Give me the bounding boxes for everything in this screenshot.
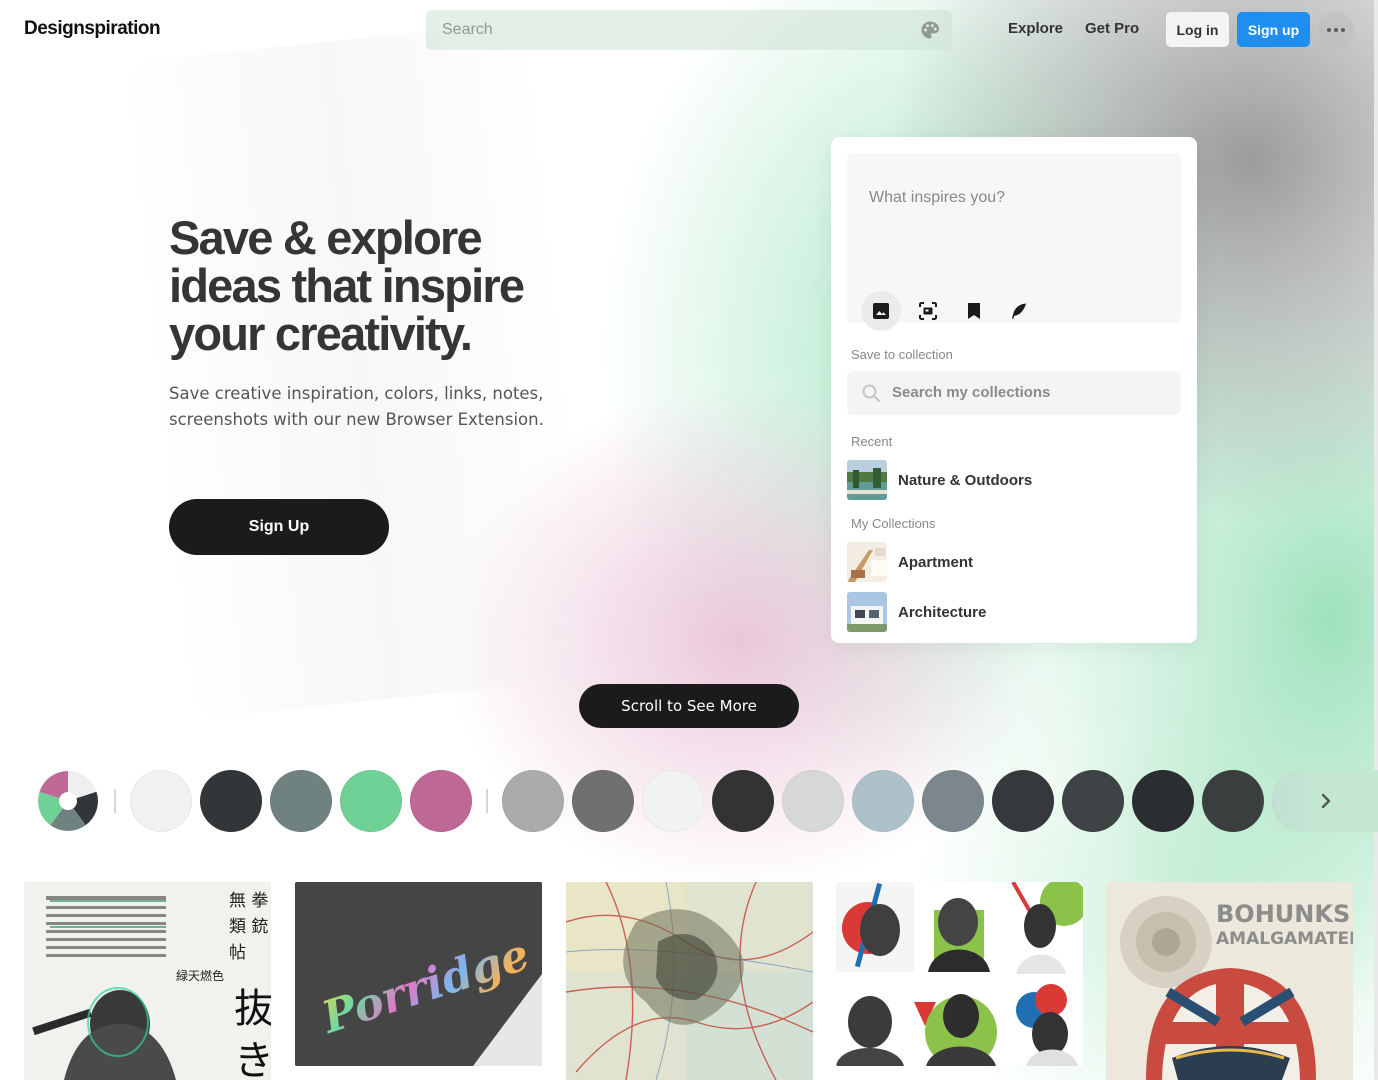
collection-search[interactable]: Search my collections xyxy=(847,371,1181,415)
next-colors-button[interactable] xyxy=(1312,787,1340,815)
search-icon xyxy=(862,384,881,403)
svg-text:類 銃: 類 銃 xyxy=(229,917,268,937)
color-swatch[interactable] xyxy=(642,770,704,832)
svg-text:抜: 抜 xyxy=(234,986,271,1032)
color-swatch[interactable] xyxy=(782,770,844,832)
collection-name: Apartment xyxy=(898,553,974,571)
tool-bookmark[interactable] xyxy=(954,291,994,331)
signup-button[interactable]: Sign up xyxy=(1237,12,1310,47)
tile-porridge-holographic-card[interactable]: Porridge xyxy=(295,882,542,1066)
tool-note[interactable] xyxy=(999,291,1039,331)
nav-explore[interactable]: Explore xyxy=(1008,20,1063,37)
composer-box[interactable]: What inspires you? xyxy=(847,153,1181,331)
composer-placeholder[interactable]: What inspires you? xyxy=(869,189,1005,207)
color-swatch[interactable] xyxy=(340,770,402,832)
collection-search-placeholder[interactable]: Search my collections xyxy=(892,384,1050,401)
svg-text:緑天燃色: 緑天燃色 xyxy=(176,968,224,983)
chevron-right-icon xyxy=(1321,793,1331,809)
color-swatch[interactable] xyxy=(130,770,192,832)
collection-item-apartment[interactable]: Apartment xyxy=(847,542,1181,582)
nav-get-pro[interactable]: Get Pro xyxy=(1085,20,1139,37)
color-swatch[interactable] xyxy=(1202,770,1264,832)
top-header: Designspiration Explore Get Pro Log in S… xyxy=(0,0,1378,60)
save-to-collection-label: Save to collection xyxy=(851,347,953,362)
color-swatch[interactable] xyxy=(270,770,332,832)
feather-icon xyxy=(1012,303,1026,319)
recent-label: Recent xyxy=(851,434,893,449)
search-input[interactable] xyxy=(426,10,952,50)
color-swatch[interactable] xyxy=(992,770,1054,832)
image-icon xyxy=(873,303,889,319)
color-swatch[interactable] xyxy=(1132,770,1194,832)
color-swatch[interactable] xyxy=(410,770,472,832)
collection-name: Nature & Outdoors xyxy=(898,471,1033,489)
color-filter-row xyxy=(0,770,1378,832)
svg-text:き: き xyxy=(234,1038,271,1080)
color-swatch[interactable] xyxy=(922,770,984,832)
color-swatch[interactable] xyxy=(712,770,774,832)
svg-text:帖: 帖 xyxy=(229,943,246,963)
site-logo[interactable]: Designspiration xyxy=(24,18,161,40)
tile-map-collage[interactable] xyxy=(566,882,813,1080)
login-button[interactable]: Log in xyxy=(1166,12,1229,47)
search-bar[interactable] xyxy=(426,10,952,50)
bookmark-icon xyxy=(968,303,980,319)
tile-bohunks-amalgamated-poster[interactable]: BOHUNKS AMALGAMATED xyxy=(1106,882,1353,1080)
collection-item-nature-outdoors[interactable]: Nature & Outdoors xyxy=(847,460,1181,500)
svg-text:AMALGAMATED: AMALGAMATED xyxy=(1216,929,1353,949)
my-collections-label: My Collections xyxy=(851,516,936,531)
window-scrollbar[interactable] xyxy=(1374,0,1378,1080)
screenshot-icon xyxy=(919,302,937,320)
color-divider xyxy=(114,789,116,813)
collection-name: Architecture xyxy=(898,603,987,621)
color-palette-icon[interactable] xyxy=(920,20,940,40)
collection-thumbnail xyxy=(847,542,887,582)
browser-extension-card: What inspires you? Save to collection Se… xyxy=(831,137,1197,643)
hero-signup-button[interactable]: Sign Up xyxy=(169,499,389,555)
hero-subtitle: Save creative inspiration, colors, links… xyxy=(169,384,544,429)
more-dots-icon xyxy=(1327,28,1331,32)
tool-screenshot[interactable] xyxy=(908,291,948,331)
color-swatch[interactable] xyxy=(852,770,914,832)
color-swatch[interactable] xyxy=(572,770,634,832)
color-swatch[interactable] xyxy=(200,770,262,832)
scroll-to-see-more-button[interactable]: Scroll to See More xyxy=(579,684,799,728)
hero-title: Save & explore ideas that inspire your c… xyxy=(169,211,525,360)
more-options-button[interactable] xyxy=(1318,12,1354,48)
collection-thumbnail xyxy=(847,592,887,632)
collection-thumbnail xyxy=(847,460,887,500)
tile-poster-martial-arts[interactable]: 無 拳 類 銃 帖 緑天燃色 抜 き xyxy=(24,882,271,1080)
tool-image[interactable] xyxy=(861,291,901,331)
color-swatch[interactable] xyxy=(502,770,564,832)
color-swatch[interactable] xyxy=(1062,770,1124,832)
tile-portrait-grid-shapes[interactable] xyxy=(836,882,1083,1066)
svg-text:BOHUNKS: BOHUNKS xyxy=(1216,900,1350,928)
collection-item-architecture[interactable]: Architecture xyxy=(847,592,1181,632)
svg-text:無 拳: 無 拳 xyxy=(229,891,268,911)
color-wheel-icon[interactable] xyxy=(37,770,99,832)
color-divider xyxy=(486,789,488,813)
